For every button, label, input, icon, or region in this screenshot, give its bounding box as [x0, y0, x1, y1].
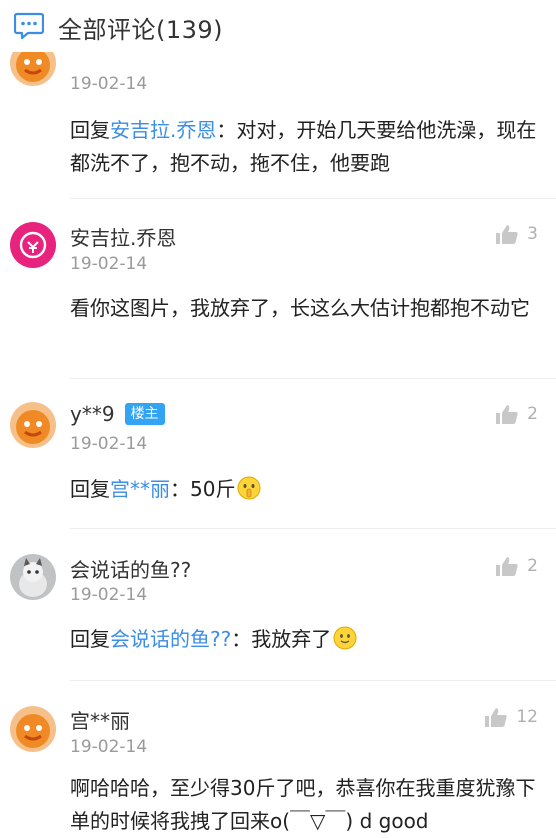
thumbs-up-icon — [485, 708, 507, 727]
like-count: 3 — [527, 224, 538, 244]
comment-bubble-icon — [13, 12, 45, 40]
comment-date: 19-02-14 — [70, 434, 148, 454]
comment-author[interactable]: 宫**丽 — [70, 705, 130, 734]
op-badge: 楼主 — [124, 403, 165, 425]
like-button[interactable]: 3 — [495, 223, 538, 245]
mention-link[interactable]: 宫**丽 — [110, 477, 170, 501]
smile-emoji-icon — [333, 626, 357, 650]
mention-link[interactable]: 安吉拉.乔恩 — [110, 118, 216, 142]
comment-date: 19-02-14 — [70, 74, 148, 94]
comment-date: 19-02-14 — [70, 254, 148, 274]
divider — [70, 680, 556, 681]
divider — [70, 198, 556, 199]
like-count: 2 — [527, 556, 538, 576]
comment-text: 回复会说话的鱼??：我放弃了 — [70, 623, 548, 656]
like-count: 2 — [527, 404, 538, 424]
comments-header: 全部评论(139) — [0, 0, 556, 52]
comment-text: 啊哈哈哈，至少得30斤了吧，恭喜你在我重度犹豫下单的时候将我拽了回来o(￣▽￣)… — [70, 776, 536, 833]
thumbs-up-icon — [496, 405, 518, 424]
avatar[interactable] — [10, 554, 56, 600]
like-button[interactable]: 12 — [484, 706, 538, 728]
comment-author[interactable]: 安吉拉.乔恩 — [70, 222, 176, 251]
thumbs-up-icon — [496, 225, 518, 244]
comment-text: 回复安吉拉.乔恩：对对，开始几天要给他洗澡，现在都洗不了，抱不动，拖不住，他要跑 — [70, 118, 537, 175]
avatar[interactable] — [10, 222, 56, 268]
comment-date: 19-02-14 — [70, 737, 148, 757]
shush-emoji-icon — [237, 476, 261, 500]
comment-author: y**9 楼主 — [70, 402, 165, 426]
divider — [70, 528, 556, 529]
like-count: 12 — [516, 707, 538, 727]
avatar[interactable] — [10, 402, 56, 448]
mention-link[interactable]: 会说话的鱼?? — [110, 627, 231, 651]
like-button[interactable]: 2 — [495, 403, 538, 425]
comment-text: 看你这图片，我放弃了，长这么大估计抱都抱不动它 — [70, 296, 530, 320]
comment-author[interactable]: 会说话的鱼?? — [70, 554, 191, 583]
divider — [70, 378, 556, 379]
like-button[interactable]: 2 — [495, 555, 538, 577]
comment-date: 19-02-14 — [70, 585, 148, 605]
avatar[interactable] — [10, 706, 56, 752]
thumbs-up-icon — [496, 557, 518, 576]
page-title: 全部评论(139) — [58, 16, 224, 44]
comment-text: 回复宫**丽：50斤 — [70, 473, 548, 506]
